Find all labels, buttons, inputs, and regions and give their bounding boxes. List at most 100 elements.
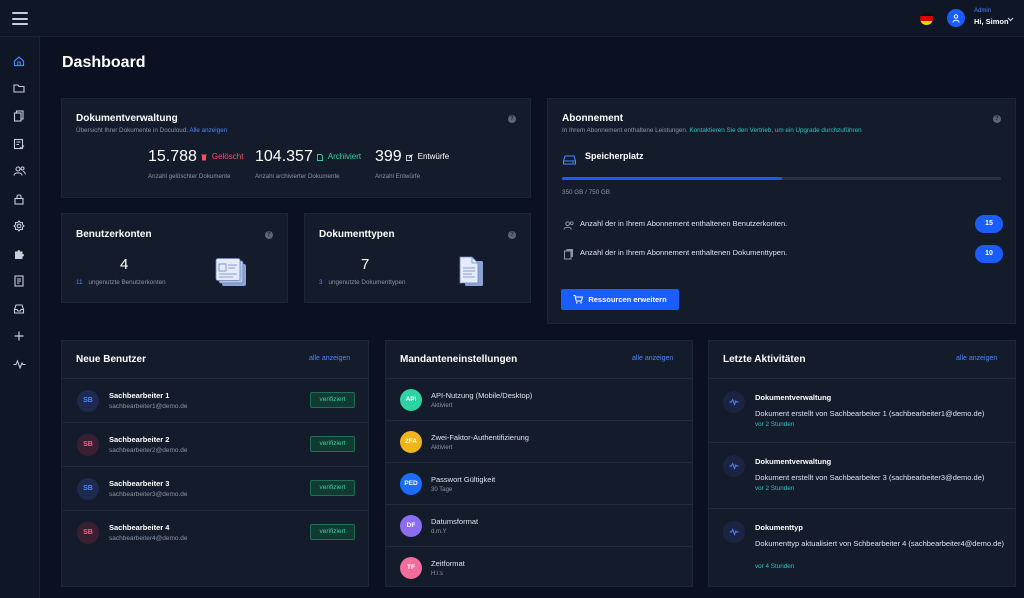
storage-progress-bar — [562, 177, 1001, 180]
setting-row[interactable]: PED Passwort Gültigkeit 30 Tage — [386, 462, 692, 504]
activity-row[interactable]: Dokumenttyp Dokumenttyp aktualisiert von … — [709, 508, 1015, 588]
user-greeting[interactable]: Hi, Simon — [974, 17, 1009, 26]
setting-row[interactable]: TF Zeitformat H:i:s — [386, 546, 692, 588]
activity-pulse-icon — [723, 391, 745, 413]
drafts-stat-label: Anzahl Entwürfe — [375, 173, 421, 180]
unused-user-accounts: 11 ungenutzte Benutzerkonten — [76, 279, 166, 286]
folder-icon[interactable] — [12, 81, 26, 95]
user-email: sachbearbeiter1@demo.de — [109, 403, 188, 410]
setting-value: Aktiviert — [431, 445, 453, 451]
setting-title: Zeitformat — [431, 559, 465, 568]
setting-row[interactable]: 2FA Zwei-Faktor-Authentifizierung Aktivier… — [386, 420, 692, 462]
page-title: Dashboard — [62, 54, 146, 71]
activity-pulse-icon — [723, 455, 745, 477]
card-subtitle: In Ihrem Abonnement enthaltene Leistunge… — [562, 127, 862, 134]
verified-badge: verifiziert — [310, 524, 355, 540]
users-icon — [563, 218, 575, 236]
setting-title: Passwort Gültigkeit — [431, 475, 496, 484]
storage-value: 350 GB / 750 GB — [562, 189, 610, 196]
new-users-card: Neue Benutzer alle anzeigen SB Sachbearbe… — [61, 340, 369, 587]
setting-value: Aktiviert — [431, 403, 453, 409]
user-name: Sachbearbeiter 3 — [109, 479, 170, 488]
tenant-settings-all-link[interactable]: alle anzeigen — [632, 355, 673, 362]
user-avatar[interactable] — [947, 9, 965, 27]
user-avatar: SB — [77, 522, 99, 544]
user-row[interactable]: SB Sachbearbeiter 3 sachbearbeiter3@demo.d… — [62, 466, 368, 510]
activity-row[interactable]: Dokumentverwaltung Dokument erstellt von … — [709, 442, 1015, 508]
users-icon[interactable] — [12, 164, 26, 178]
cart-icon — [573, 295, 584, 304]
card-title: Letzte Aktivitäten — [723, 354, 806, 365]
help-icon[interactable]: ? — [993, 115, 1001, 123]
user-avatar: SB — [77, 434, 99, 456]
card-title: Neue Benutzer — [76, 354, 147, 365]
card-title: Benutzerkonten — [76, 229, 152, 240]
setting-icon: DF — [400, 515, 422, 537]
activity-title: Dokumentverwaltung — [755, 393, 832, 402]
plugin-icon[interactable] — [12, 247, 26, 261]
document-management-card: Dokumentverwaltung ? Übersicht Ihrer Dok… — [61, 98, 531, 198]
user-accounts-card: Benutzerkonten ? 4 11 ungenutzte Benutzer… — [61, 213, 288, 303]
checklist-icon[interactable] — [12, 137, 26, 151]
settings-icon[interactable] — [12, 219, 26, 233]
user-accounts-count: 4 — [120, 256, 129, 273]
lock-icon[interactable] — [12, 192, 26, 206]
documents-icon[interactable] — [12, 109, 26, 123]
unused-document-types: 3 ungenutzte Dokumenttypen — [319, 279, 406, 286]
activity-title: Dokumenttyp — [755, 523, 803, 532]
help-icon[interactable]: ? — [508, 115, 516, 123]
setting-title: API-Nutzung (Mobile/Desktop) — [431, 391, 533, 400]
expand-resources-button[interactable]: Ressourcen erweitern — [561, 289, 679, 310]
activity-row[interactable]: Dokumentverwaltung Dokument erstellt von … — [709, 378, 1015, 442]
help-icon[interactable]: ? — [508, 231, 516, 239]
document-stack-icon — [459, 256, 485, 293]
verified-badge: verifiziert — [310, 436, 355, 452]
storage-progress-fill — [562, 177, 782, 180]
menu-toggle-icon[interactable] — [12, 12, 28, 25]
home-icon[interactable] — [12, 54, 26, 68]
user-row[interactable]: SB Sachbearbeiter 1 sachbearbeiter1@demo.d… — [62, 378, 368, 422]
storage-icon — [562, 152, 577, 170]
archived-stat: 104.357 Archiviert — [255, 148, 362, 165]
setting-row[interactable]: DF Datumsformat d.m.Y — [386, 504, 692, 546]
user-name: Sachbearbeiter 1 — [109, 391, 170, 400]
contact-sales-link[interactable]: Kontaktieren Sie den Vertrieb, um ein Up… — [689, 127, 861, 134]
new-users-all-link[interactable]: alle anzeigen — [309, 355, 350, 362]
user-row[interactable]: SB Sachbearbeiter 4 sachbearbeiter4@demo.d… — [62, 510, 368, 554]
activity-pulse-icon — [723, 521, 745, 543]
document-types-feature: Anzahl der in Ihrem Abonnement enthalten… — [580, 248, 788, 257]
verified-badge: verifiziert — [310, 480, 355, 496]
card-title: Mandanteneinstellungen — [400, 354, 518, 365]
document-types-limit-badge: 10 — [975, 245, 1003, 263]
verified-badge: verifiziert — [310, 392, 355, 408]
chevron-down-icon[interactable] — [1007, 17, 1014, 22]
inbox-icon[interactable] — [12, 302, 26, 316]
top-bar: Admin Hi, Simon — [0, 0, 1024, 37]
user-email: sachbearbeiter2@demo.de — [109, 447, 188, 454]
activity-icon[interactable] — [12, 357, 26, 371]
setting-row[interactable]: API API-Nutzung (Mobile/Desktop) Aktiviert — [386, 378, 692, 420]
card-title: Dokumenttypen — [319, 229, 395, 240]
drafts-stat: 399 Entwürfe — [375, 148, 450, 165]
trash-icon — [201, 154, 208, 161]
setting-icon: PED — [400, 473, 422, 495]
german-flag-icon[interactable] — [920, 12, 933, 25]
tenant-settings-card: Mandanteneinstellungen alle anzeigen API… — [385, 340, 693, 587]
setting-title: Datumsformat — [431, 517, 479, 526]
setting-icon: TF — [400, 557, 422, 579]
documents-icon — [563, 247, 575, 265]
user-row[interactable]: SB Sachbearbeiter 2 sachbearbeiter2@demo.d… — [62, 422, 368, 466]
user-avatar: SB — [77, 478, 99, 500]
card-title: Dokumentverwaltung — [76, 113, 178, 124]
document-types-card: Dokumenttypen ? 7 3 ungenutzte Dokumentty… — [304, 213, 531, 303]
activities-all-link[interactable]: alle anzeigen — [956, 355, 997, 362]
user-accounts-limit-badge: 15 — [975, 215, 1003, 233]
archived-stat-label: Anzahl archivierter Dokumente — [255, 173, 340, 180]
all-documents-link[interactable]: Alle anzeigen — [189, 127, 227, 134]
plus-icon[interactable] — [12, 329, 26, 343]
help-icon[interactable]: ? — [265, 231, 273, 239]
edit-icon — [406, 154, 414, 161]
setting-value: d.m.Y — [431, 529, 447, 535]
activity-time: vor 4 Stunden — [755, 563, 795, 570]
report-icon[interactable] — [12, 274, 26, 288]
